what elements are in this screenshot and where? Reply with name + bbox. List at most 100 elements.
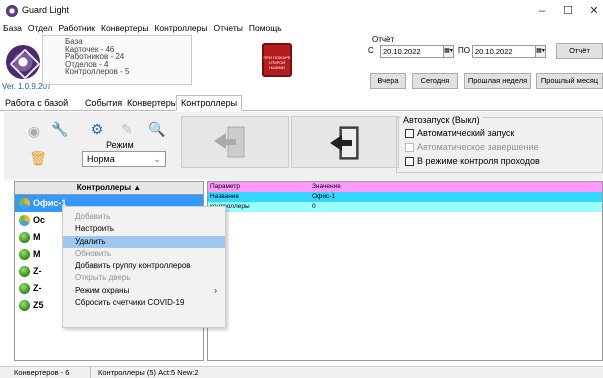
mode-select[interactable]: Норма ⌄ bbox=[82, 151, 166, 167]
status-controllers: Контроллеры (5) Act:5 New:2 bbox=[98, 368, 199, 377]
controller-online-icon bbox=[19, 266, 30, 278]
parameters-table: Параметр Значение Название Офис-1 контро… bbox=[207, 181, 603, 361]
menu-bar: База Отдел Работник Конвертеры Контроллеры От… bbox=[0, 22, 603, 35]
controller-name: Ос bbox=[33, 215, 46, 225]
controller-name: Z5 bbox=[33, 300, 44, 310]
controller-online-icon bbox=[19, 283, 30, 295]
to-date-field[interactable]: 20.10.2022 ▦▾ bbox=[472, 45, 546, 58]
maximize-button[interactable]: ☐ bbox=[556, 2, 580, 20]
tab-controllers[interactable]: Контроллеры bbox=[176, 95, 243, 111]
mode-value: Норма bbox=[87, 154, 115, 164]
status-bar: Конвертеров - 6 Контроллеры (5) Act:5 Ne… bbox=[0, 366, 603, 378]
db-controllers: Контроллеров - 5 bbox=[65, 67, 130, 77]
access-mode-checkbox[interactable]: В режиме контроля проходов bbox=[405, 156, 540, 167]
status-converters: Конвертеров - 6 bbox=[14, 368, 70, 377]
close-door-button[interactable] bbox=[291, 116, 399, 168]
autostart-group: Автозапуск (Выкл) Автоматический запуск … bbox=[396, 115, 603, 173]
app-icon bbox=[6, 5, 18, 17]
menu-item-department[interactable]: Отдел bbox=[25, 22, 56, 35]
param-value: 0 bbox=[312, 203, 316, 210]
door-open-icon bbox=[214, 126, 245, 158]
autostart-group-label: Автозапуск (Выкл) bbox=[401, 115, 482, 125]
minimize-button[interactable]: – bbox=[530, 2, 554, 20]
disabled-circle-icon[interactable]: ◉ bbox=[24, 121, 44, 141]
settings-gear-icon[interactable]: ⚙ bbox=[87, 119, 107, 139]
checkbox-box bbox=[405, 143, 414, 153]
delete-bin-icon[interactable]: 🗑 bbox=[28, 148, 48, 168]
controller-name: Z- bbox=[33, 283, 42, 293]
menu-item-security-mode[interactable]: Режим охраны › bbox=[63, 285, 225, 297]
pencil-icon[interactable]: ✎ bbox=[117, 119, 137, 139]
checkbox-box bbox=[405, 157, 414, 167]
today-button[interactable]: Сегодня bbox=[412, 73, 458, 89]
menu-item-configure[interactable]: Настроить bbox=[63, 223, 225, 235]
fire-alarm-label: ПРИ ПОЖАРЕ ОТКРОЙ НАЖМИ bbox=[263, 55, 291, 70]
tab-database[interactable]: Работа с базой bbox=[0, 95, 73, 111]
table-row[interactable]: Название Офис-1 bbox=[208, 192, 602, 202]
controller-name: Z- bbox=[33, 266, 42, 276]
param-name: Название bbox=[210, 193, 240, 200]
menu-item-base[interactable]: База bbox=[0, 22, 25, 35]
database-summary: База Карточек - 46 Работников - 24 Отдел… bbox=[42, 35, 192, 85]
window-title: Guard Light bbox=[22, 5, 70, 15]
menu-item-worker[interactable]: Работник bbox=[55, 22, 98, 35]
controller-name: М bbox=[33, 249, 41, 259]
calendar-dropdown-icon[interactable]: ▦▾ bbox=[535, 46, 545, 57]
menu-item-open-door[interactable]: Открыть дверь bbox=[63, 272, 225, 284]
last-month-button[interactable]: Прошлый месяц bbox=[536, 73, 603, 89]
app-logo bbox=[6, 45, 40, 79]
context-menu: Добавить Настроить Удалить Обновить Доба… bbox=[62, 206, 226, 328]
controllers-column-header[interactable]: Контроллеры ▲ bbox=[15, 182, 203, 195]
open-door-button[interactable] bbox=[181, 116, 289, 168]
security-mode-label: Режим охраны bbox=[75, 285, 130, 295]
controller-name: М bbox=[33, 232, 41, 242]
menu-item-reports[interactable]: Отчеты bbox=[210, 22, 245, 35]
menu-item-converters[interactable]: Конвертеры bbox=[98, 22, 151, 35]
calendar-dropdown-icon[interactable]: ▦▾ bbox=[443, 46, 453, 57]
menu-item-reset-covid-counters[interactable]: Сбросить счетчики COVID-19 bbox=[63, 297, 225, 309]
from-label: С bbox=[368, 46, 374, 55]
report-title: Отчёт bbox=[372, 35, 395, 44]
param-column-header: Параметр bbox=[210, 183, 240, 190]
controller-online-icon bbox=[19, 300, 30, 312]
menu-item-help[interactable]: Помощь bbox=[246, 22, 285, 35]
value-column-header: Значение bbox=[312, 183, 341, 190]
to-label: ПО bbox=[458, 46, 470, 55]
controller-group-icon bbox=[19, 215, 30, 227]
search-icon[interactable]: 🔍 bbox=[147, 119, 167, 139]
auto-start-checkbox[interactable]: Автоматический запуск bbox=[405, 128, 514, 139]
param-value: Офис-1 bbox=[312, 193, 336, 200]
door-enter-icon bbox=[330, 126, 359, 160]
yesterday-button[interactable]: Вчера bbox=[370, 73, 406, 89]
controller-online-icon bbox=[19, 232, 30, 244]
last-week-button[interactable]: Прошлая неделя bbox=[464, 73, 531, 89]
close-button[interactable]: ✕ bbox=[582, 2, 603, 20]
fire-alarm-button[interactable]: ПРИ ПОЖАРЕ ОТКРОЙ НАЖМИ bbox=[262, 43, 292, 77]
from-date-field[interactable]: 20.10.2022 ▦▾ bbox=[380, 45, 454, 58]
menu-item-delete[interactable]: Удалить bbox=[63, 235, 225, 248]
auto-finish-checkbox[interactable]: Автоматическое завершение bbox=[405, 142, 539, 153]
chevron-down-icon: ⌄ bbox=[153, 154, 161, 164]
submenu-arrow-icon: › bbox=[214, 285, 217, 295]
from-date-value: 20.10.2022 bbox=[383, 47, 421, 56]
menu-item-add[interactable]: Добавить bbox=[63, 211, 225, 223]
controller-group-icon bbox=[19, 198, 30, 210]
wrench-icon[interactable]: 🔧 bbox=[50, 119, 70, 139]
mode-label: Режим bbox=[106, 140, 134, 150]
controller-online-icon bbox=[19, 249, 30, 261]
tab-events[interactable]: События bbox=[80, 95, 127, 111]
menu-item-refresh[interactable]: Обновить bbox=[63, 248, 225, 260]
to-date-value: 20.10.2022 bbox=[475, 47, 513, 56]
status-divider bbox=[90, 367, 91, 378]
auto-finish-label: Автоматическое завершение bbox=[417, 142, 539, 152]
tab-bar: Работа с базой События Конвертеры Контро… bbox=[0, 95, 603, 111]
access-mode-label: В режиме контроля проходов bbox=[417, 156, 540, 166]
title-bar: Guard Light – ☐ ✕ bbox=[0, 0, 603, 22]
auto-start-label: Автоматический запуск bbox=[417, 128, 515, 138]
report-button[interactable]: Отчёт bbox=[556, 43, 603, 59]
tab-converters[interactable]: Конвертеры bbox=[122, 95, 182, 111]
table-row[interactable]: контроллеры 0 bbox=[208, 202, 602, 212]
menu-item-add-controller-group[interactable]: Добавить группу контроллеров bbox=[63, 260, 225, 272]
checkbox-box bbox=[405, 129, 414, 139]
menu-item-controllers[interactable]: Контроллеры bbox=[151, 22, 210, 35]
